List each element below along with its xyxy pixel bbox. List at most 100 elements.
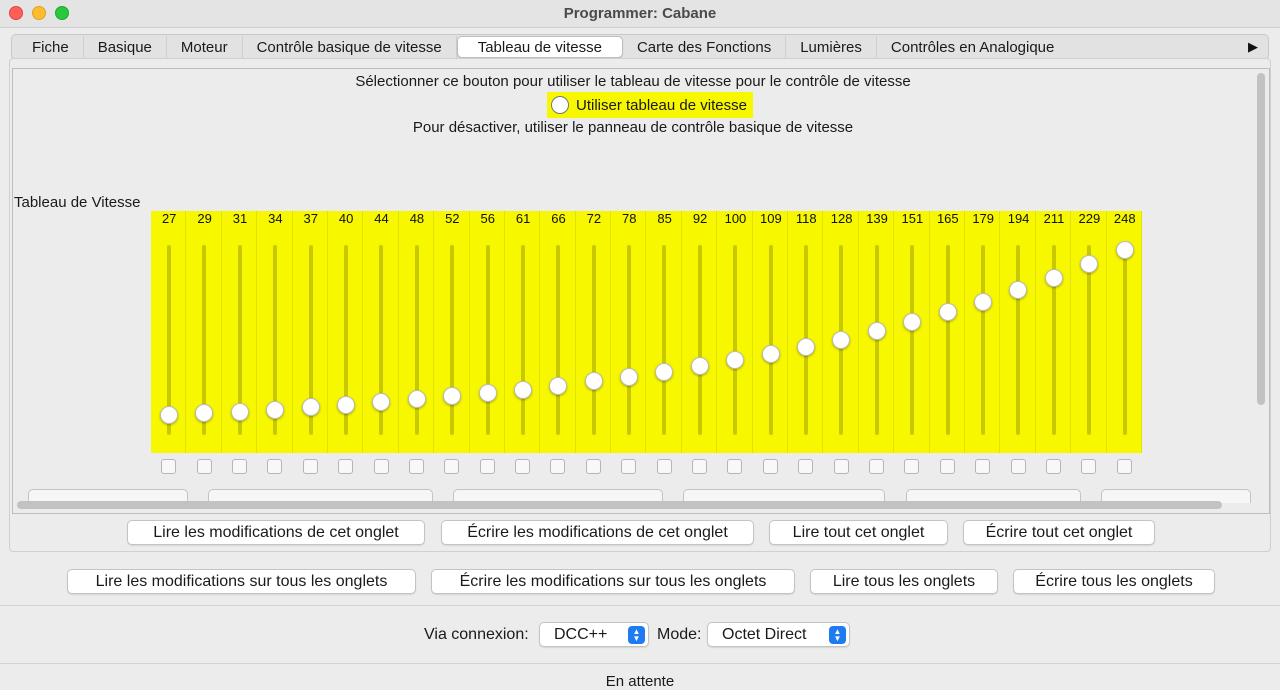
tab-moteur[interactable]: Moteur (167, 36, 243, 58)
slider-thumb[interactable] (726, 351, 745, 370)
use-speed-table-radio[interactable]: Utiliser tableau de vitesse (547, 92, 753, 118)
speed-step-slider[interactable]: 92 (681, 211, 718, 453)
read-all-tabs-button[interactable]: Lire tous les onglets (810, 569, 998, 594)
speed-step-slider[interactable]: 211 (1035, 211, 1072, 453)
speed-step-checkbox[interactable] (975, 459, 991, 474)
tab-lumieres[interactable]: Lumières (786, 36, 877, 58)
slider-track[interactable] (768, 245, 773, 435)
write-all-tabs-button[interactable]: Écrire tous les onglets (1013, 569, 1215, 594)
speed-step-slider[interactable]: 52 (434, 211, 470, 453)
slider-thumb[interactable] (230, 402, 249, 421)
connection-select[interactable]: DCC++ ▲ ▼ (539, 622, 649, 647)
speed-step-slider[interactable]: 34 (257, 211, 293, 453)
speed-step-checkbox[interactable] (621, 459, 637, 474)
speed-step-checkbox[interactable] (656, 459, 672, 474)
slider-track[interactable] (520, 245, 525, 435)
slider-thumb[interactable] (549, 376, 568, 395)
slider-track[interactable] (485, 245, 490, 435)
speed-step-slider[interactable]: 72 (575, 211, 612, 453)
speed-step-slider[interactable]: 165 (929, 211, 965, 453)
speed-step-slider[interactable]: 44 (363, 211, 399, 453)
slider-track[interactable] (910, 245, 915, 435)
tab-fiche[interactable]: Fiche (18, 36, 84, 58)
speed-step-checkbox[interactable] (1116, 459, 1132, 474)
speed-step-checkbox[interactable] (338, 459, 354, 474)
slider-thumb[interactable] (513, 380, 532, 399)
tab-basique[interactable]: Basique (84, 36, 167, 58)
speed-step-slider[interactable]: 31 (221, 211, 258, 453)
horizontal-scrollbar[interactable] (17, 501, 1222, 509)
slider-track[interactable] (733, 245, 738, 435)
tab-tableau-de-vitesse[interactable]: Tableau de vitesse (456, 36, 623, 58)
slider-thumb[interactable] (584, 372, 603, 391)
speed-step-slider[interactable]: 56 (469, 211, 505, 453)
slider-thumb[interactable] (1044, 268, 1063, 287)
read-all-tab-button[interactable]: Lire tout cet onglet (769, 520, 948, 545)
slider-thumb[interactable] (336, 396, 355, 415)
speed-step-checkbox[interactable] (585, 459, 601, 474)
speed-step-slider[interactable]: 61 (504, 211, 541, 453)
speed-step-checkbox[interactable] (939, 459, 955, 474)
speed-step-slider[interactable]: 109 (752, 211, 789, 453)
slider-track[interactable] (1016, 245, 1021, 435)
slider-thumb[interactable] (1080, 255, 1099, 274)
slider-thumb[interactable] (761, 344, 780, 363)
slider-thumb[interactable] (478, 384, 497, 403)
speed-step-checkbox[interactable] (444, 459, 460, 474)
speed-step-checkbox[interactable] (1045, 459, 1061, 474)
speed-step-checkbox[interactable] (161, 459, 177, 474)
slider-track[interactable] (662, 245, 667, 435)
read-tab-changes-button[interactable]: Lire les modifications de cet onglet (127, 520, 425, 545)
speed-step-checkbox[interactable] (798, 459, 814, 474)
speed-step-slider[interactable]: 248 (1106, 211, 1142, 453)
tab-controles-analogique[interactable]: Contrôles en Analogique (877, 36, 1068, 58)
slider-track[interactable] (980, 245, 985, 435)
speed-step-checkbox[interactable] (833, 459, 849, 474)
radio-button-circle[interactable] (551, 96, 569, 114)
speed-step-checkbox[interactable] (727, 459, 743, 474)
slider-track[interactable] (697, 245, 702, 435)
triangle-right-icon[interactable]: ▶ (1248, 39, 1258, 55)
slider-thumb[interactable] (407, 390, 426, 409)
write-all-tabs-changes-button[interactable]: Écrire les modifications sur tous les on… (431, 569, 795, 594)
speed-step-slider[interactable]: 66 (540, 211, 576, 453)
read-all-tabs-changes-button[interactable]: Lire les modifications sur tous les ongl… (67, 569, 416, 594)
slider-thumb[interactable] (867, 322, 886, 341)
speed-step-checkbox[interactable] (373, 459, 389, 474)
speed-step-slider[interactable]: 179 (964, 211, 1001, 453)
speed-step-slider[interactable]: 27 (151, 211, 187, 453)
slider-track[interactable] (450, 245, 455, 435)
speed-step-slider[interactable]: 48 (398, 211, 435, 453)
slider-track[interactable] (1087, 245, 1092, 435)
speed-step-slider[interactable]: 100 (717, 211, 753, 453)
speed-step-slider[interactable]: 118 (788, 211, 824, 453)
slider-thumb[interactable] (620, 367, 639, 386)
speed-step-slider[interactable]: 37 (292, 211, 328, 453)
speed-step-slider[interactable]: 128 (823, 211, 859, 453)
slider-thumb[interactable] (1115, 241, 1134, 260)
vertical-scrollbar[interactable] (1257, 73, 1265, 405)
slider-thumb[interactable] (443, 387, 462, 406)
slider-track[interactable] (627, 245, 632, 435)
speed-step-slider[interactable]: 78 (611, 211, 647, 453)
slider-track[interactable] (556, 245, 561, 435)
speed-step-checkbox[interactable] (302, 459, 318, 474)
speed-step-checkbox[interactable] (408, 459, 424, 474)
speed-step-checkbox[interactable] (762, 459, 778, 474)
speed-step-slider[interactable]: 229 (1071, 211, 1107, 453)
slider-thumb[interactable] (655, 362, 674, 381)
tab-controle-basique-vitesse[interactable]: Contrôle basique de vitesse (243, 36, 457, 58)
write-tab-changes-button[interactable]: Écrire les modifications de cet onglet (441, 520, 754, 545)
speed-table-scroll-view[interactable]: Sélectionner ce bouton pour utiliser le … (12, 68, 1270, 514)
speed-step-checkbox[interactable] (515, 459, 531, 474)
slider-thumb[interactable] (266, 400, 285, 419)
slider-track[interactable] (591, 245, 596, 435)
slider-thumb[interactable] (832, 330, 851, 349)
slider-thumb[interactable] (797, 338, 816, 357)
slider-thumb[interactable] (938, 303, 957, 322)
speed-step-checkbox[interactable] (196, 459, 212, 474)
slider-thumb[interactable] (372, 393, 391, 412)
speed-step-slider[interactable]: 40 (327, 211, 364, 453)
speed-step-checkbox[interactable] (869, 459, 884, 474)
slider-thumb[interactable] (690, 357, 709, 376)
